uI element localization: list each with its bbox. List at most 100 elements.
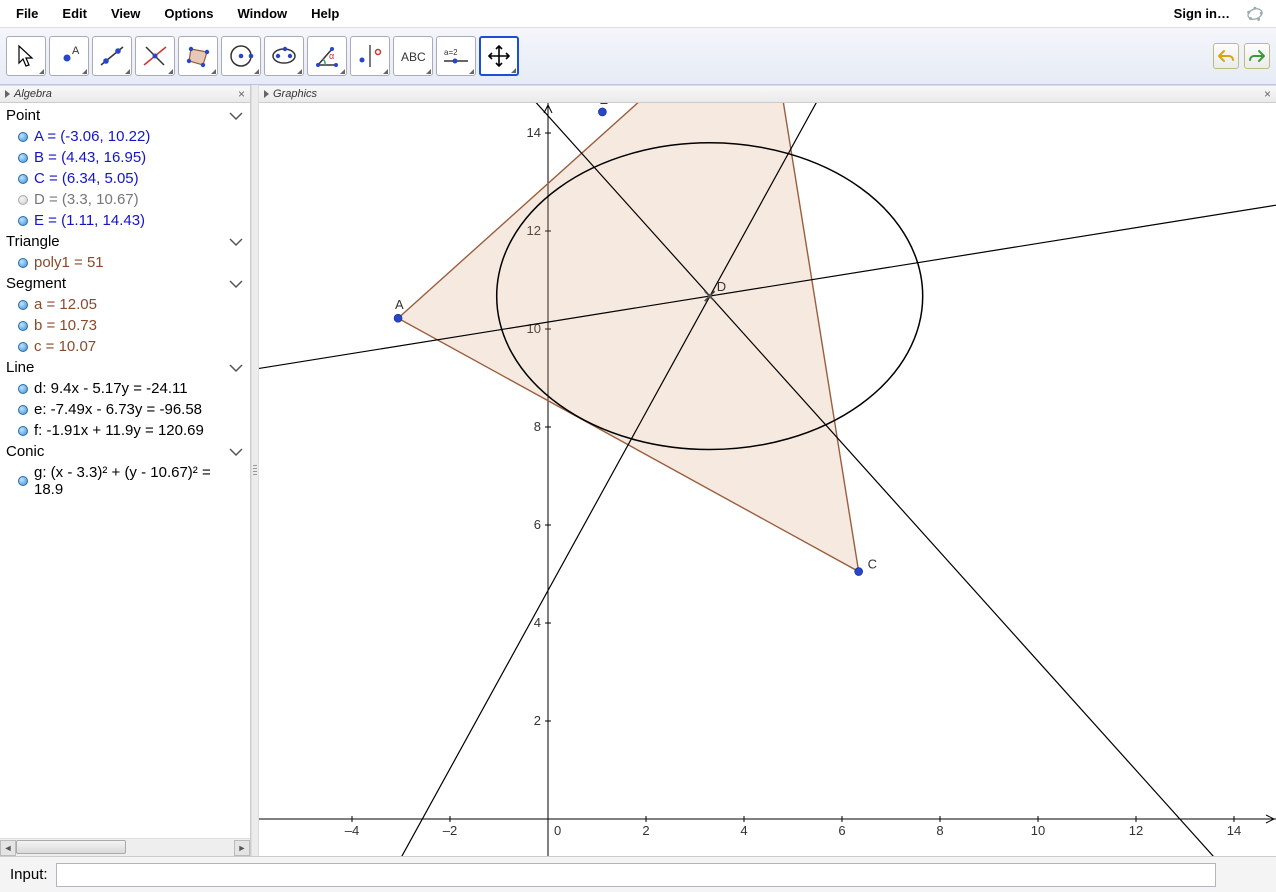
graphics-panel-header[interactable]: Graphics × <box>259 85 1276 103</box>
object-point-b[interactable]: B = (4.43, 16.95) <box>0 147 250 168</box>
svg-text:8: 8 <box>936 823 943 838</box>
tool-polygon[interactable] <box>178 36 218 76</box>
svg-text:6: 6 <box>534 517 541 532</box>
workspace: Algebra × Point A = (-3.06, 10.22) B = (… <box>0 85 1276 856</box>
svg-text:–2: –2 <box>443 823 457 838</box>
menu-file[interactable]: File <box>4 2 50 25</box>
graphics-view[interactable]: –4–2024681012142468101214ABCDE <box>259 103 1276 856</box>
object-conic-g[interactable]: g: (x - 3.3)² + (y - 10.67)² = 18.9 <box>0 462 250 500</box>
tool-text[interactable]: ABC <box>393 36 433 76</box>
svg-text:12: 12 <box>1129 823 1143 838</box>
graphics-panel: Graphics × –4–2024681012142468101214ABCD… <box>259 85 1276 856</box>
svg-text:0: 0 <box>554 823 561 838</box>
tool-move-view[interactable] <box>479 36 519 76</box>
panel-splitter[interactable] <box>251 85 259 856</box>
chevron-down-icon <box>228 363 244 373</box>
visibility-toggle-icon[interactable] <box>18 426 28 436</box>
object-segment-c[interactable]: c = 10.07 <box>0 336 250 357</box>
svg-text:–4: –4 <box>345 823 359 838</box>
object-segment-a[interactable]: a = 12.05 <box>0 294 250 315</box>
close-icon[interactable]: × <box>1264 87 1271 101</box>
visibility-toggle-icon[interactable] <box>18 300 28 310</box>
visibility-toggle-icon[interactable] <box>18 342 28 352</box>
algebra-panel-title: Algebra <box>14 88 52 100</box>
algebra-panel-header[interactable]: Algebra × <box>0 85 250 103</box>
svg-text:D: D <box>717 279 726 294</box>
visibility-toggle-icon[interactable] <box>18 321 28 331</box>
scroll-right-icon[interactable]: ► <box>234 840 250 856</box>
visibility-toggle-icon[interactable] <box>18 258 28 268</box>
visibility-toggle-icon[interactable] <box>18 405 28 415</box>
object-point-c[interactable]: C = (6.34, 5.05) <box>0 168 250 189</box>
category-point[interactable]: Point <box>0 105 250 126</box>
input-bar: Input: <box>0 856 1276 892</box>
expand-icon <box>264 90 269 98</box>
tool-angle[interactable]: α <box>307 36 347 76</box>
category-triangle[interactable]: Triangle <box>0 231 250 252</box>
visibility-toggle-icon[interactable] <box>18 384 28 394</box>
chevron-down-icon <box>228 447 244 457</box>
menu-view[interactable]: View <box>99 2 152 25</box>
tool-move[interactable] <box>6 36 46 76</box>
svg-text:14: 14 <box>527 125 541 140</box>
visibility-toggle-icon[interactable] <box>18 476 28 486</box>
svg-text:10: 10 <box>1031 823 1045 838</box>
object-line-f[interactable]: f: -1.91x + 11.9y = 120.69 <box>0 420 250 441</box>
object-point-a[interactable]: A = (-3.06, 10.22) <box>0 126 250 147</box>
chevron-down-icon <box>228 279 244 289</box>
tool-circle[interactable] <box>221 36 261 76</box>
svg-text:6: 6 <box>838 823 845 838</box>
svg-text:α: α <box>329 51 334 61</box>
menu-window[interactable]: Window <box>225 2 299 25</box>
chevron-down-icon <box>228 111 244 121</box>
scroll-thumb[interactable] <box>16 840 126 854</box>
input-field[interactable] <box>56 863 1216 887</box>
algebra-panel: Algebra × Point A = (-3.06, 10.22) B = (… <box>0 85 251 856</box>
svg-text:ABC: ABC <box>401 50 426 64</box>
svg-text:2: 2 <box>642 823 649 838</box>
object-line-e[interactable]: e: -7.49x - 6.73y = -96.58 <box>0 399 250 420</box>
visibility-toggle-icon[interactable] <box>18 174 28 184</box>
svg-text:E: E <box>599 103 608 107</box>
redo-button[interactable] <box>1244 43 1270 69</box>
geogebra-logo-icon <box>1246 5 1264 23</box>
svg-text:A: A <box>72 45 80 57</box>
algebra-tree: Point A = (-3.06, 10.22) B = (4.43, 16.9… <box>0 103 250 838</box>
svg-text:4: 4 <box>534 615 541 630</box>
object-poly1[interactable]: poly1 = 51 <box>0 252 250 273</box>
object-segment-b[interactable]: b = 10.73 <box>0 315 250 336</box>
menu-options[interactable]: Options <box>152 2 225 25</box>
visibility-toggle-icon[interactable] <box>18 132 28 142</box>
object-point-e[interactable]: E = (1.11, 14.43) <box>0 210 250 231</box>
tool-line[interactable] <box>92 36 132 76</box>
undo-button[interactable] <box>1213 43 1239 69</box>
tool-ellipse[interactable] <box>264 36 304 76</box>
menu-edit[interactable]: Edit <box>50 2 99 25</box>
object-line-d[interactable]: d: 9.4x - 5.17y = -24.11 <box>0 378 250 399</box>
category-segment[interactable]: Segment <box>0 273 250 294</box>
close-icon[interactable]: × <box>238 87 245 101</box>
algebra-hscrollbar[interactable]: ◄ ► <box>0 838 250 856</box>
svg-text:14: 14 <box>1227 823 1241 838</box>
svg-text:C: C <box>868 557 877 572</box>
chevron-down-icon <box>228 237 244 247</box>
svg-text:A: A <box>395 297 404 312</box>
tool-perpendicular[interactable] <box>135 36 175 76</box>
category-line[interactable]: Line <box>0 357 250 378</box>
visibility-toggle-icon[interactable] <box>18 153 28 163</box>
graphics-panel-title: Graphics <box>273 88 317 100</box>
menu-help[interactable]: Help <box>299 2 351 25</box>
scroll-left-icon[interactable]: ◄ <box>0 840 16 856</box>
visibility-toggle-icon[interactable] <box>18 216 28 226</box>
menubar: File Edit View Options Window Help Sign … <box>0 0 1276 28</box>
object-point-d[interactable]: D = (3.3, 10.67) <box>0 189 250 210</box>
svg-text:a=2: a=2 <box>444 48 458 57</box>
tool-reflect[interactable] <box>350 36 390 76</box>
signin-link[interactable]: Sign in… <box>1164 2 1240 25</box>
expand-icon <box>5 90 10 98</box>
tool-point[interactable]: A <box>49 36 89 76</box>
visibility-toggle-icon[interactable] <box>18 195 28 205</box>
category-conic[interactable]: Conic <box>0 441 250 462</box>
tool-slider[interactable]: a=2 <box>436 36 476 76</box>
svg-text:2: 2 <box>534 713 541 728</box>
